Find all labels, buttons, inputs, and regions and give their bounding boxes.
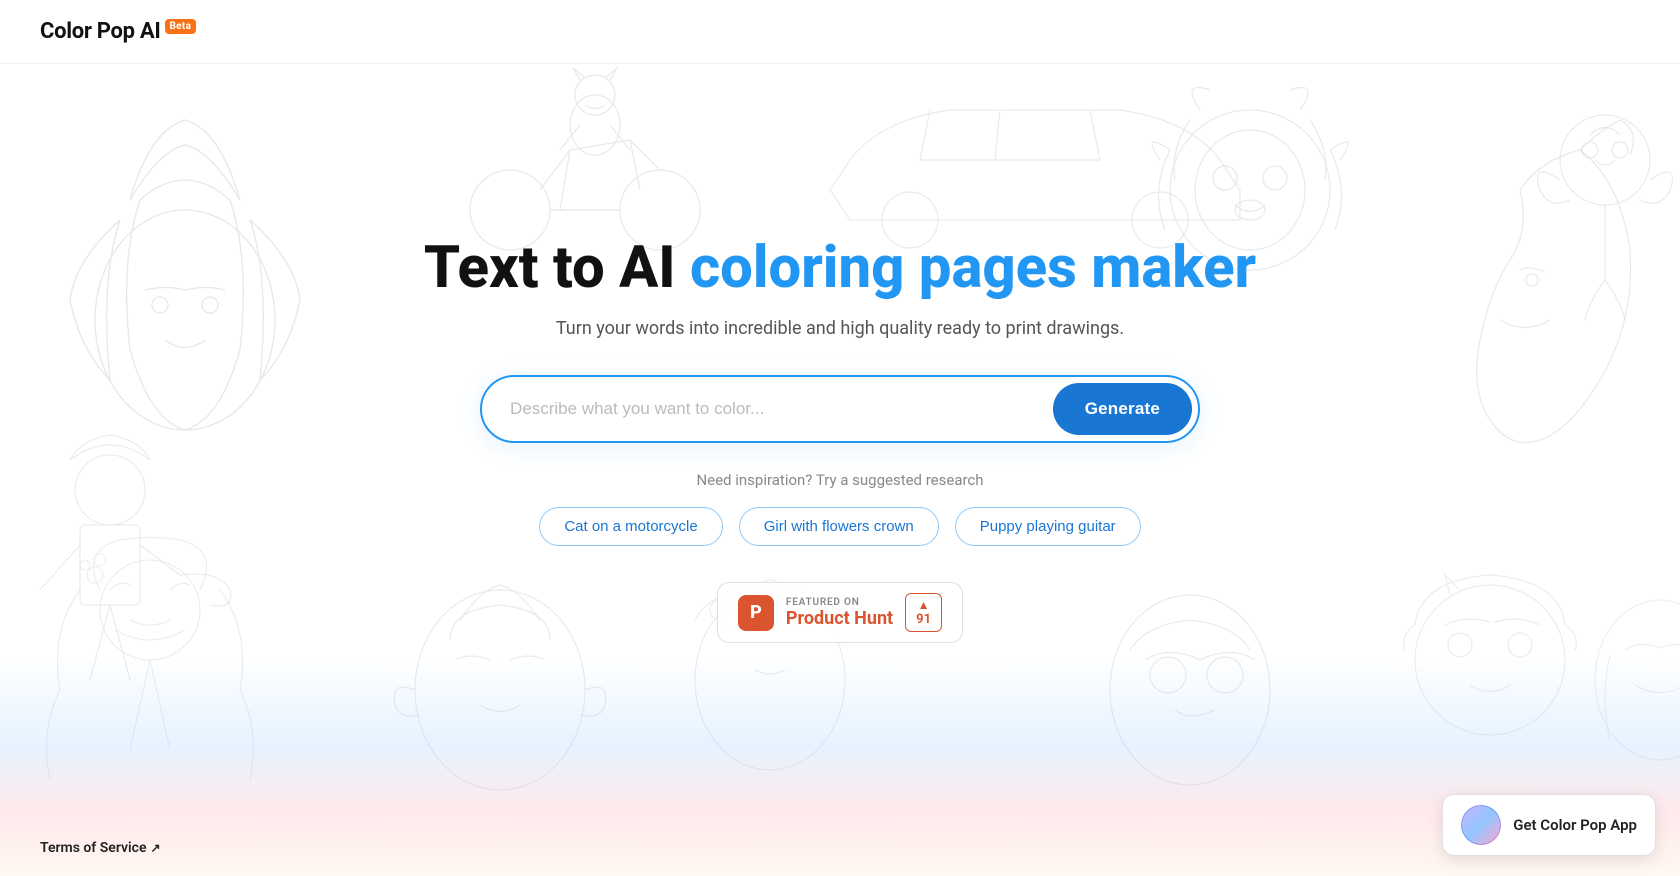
inspiration-text: Need inspiration? Try a suggested resear…: [696, 471, 983, 489]
terms-label: Terms of Service: [40, 840, 146, 856]
product-hunt-name: Product Hunt: [786, 608, 893, 629]
product-hunt-arrow: ▲: [918, 598, 930, 612]
app-avatar: [1461, 805, 1501, 845]
logo-text: Color Pop AI: [40, 19, 161, 44]
product-hunt-text: FEATURED ON Product Hunt: [786, 597, 893, 629]
app-avatar-inner: [1462, 806, 1500, 844]
terms-link[interactable]: Terms of Service ↗: [40, 840, 161, 856]
product-hunt-badge[interactable]: P FEATURED ON Product Hunt ▲ 91: [717, 582, 963, 643]
product-hunt-votes: ▲ 91: [905, 593, 942, 632]
main-content: Text to AI coloring pages maker Turn you…: [0, 64, 1680, 876]
product-hunt-featured-label: FEATURED ON: [786, 597, 893, 608]
hero-title-part2: coloring pages maker: [690, 234, 1256, 302]
get-app-button[interactable]: Get Color Pop App: [1442, 794, 1656, 856]
suggestion-chip-1[interactable]: Girl with flowers crown: [739, 507, 939, 546]
product-hunt-icon: P: [738, 595, 774, 631]
beta-badge: Beta: [165, 19, 197, 34]
generate-button[interactable]: Generate: [1053, 383, 1192, 435]
hero-subtitle: Turn your words into incredible and high…: [556, 318, 1124, 339]
external-link-icon: ↗: [150, 841, 160, 855]
logo: Color Pop AI Beta: [40, 19, 196, 44]
suggestion-chip-2[interactable]: Puppy playing guitar: [955, 507, 1141, 546]
header: Color Pop AI Beta: [0, 0, 1680, 64]
hero-title: Text to AI coloring pages maker: [424, 237, 1256, 301]
search-container: Generate: [480, 375, 1200, 443]
footer: Terms of Service ↗: [0, 820, 1680, 876]
suggestions-container: Cat on a motorcycle Girl with flowers cr…: [539, 507, 1140, 546]
hero-title-part1: Text to AI: [424, 234, 690, 302]
suggestion-chip-0[interactable]: Cat on a motorcycle: [539, 507, 722, 546]
get-app-text: Get Color Pop App: [1513, 816, 1637, 834]
product-hunt-count: 91: [916, 612, 931, 627]
